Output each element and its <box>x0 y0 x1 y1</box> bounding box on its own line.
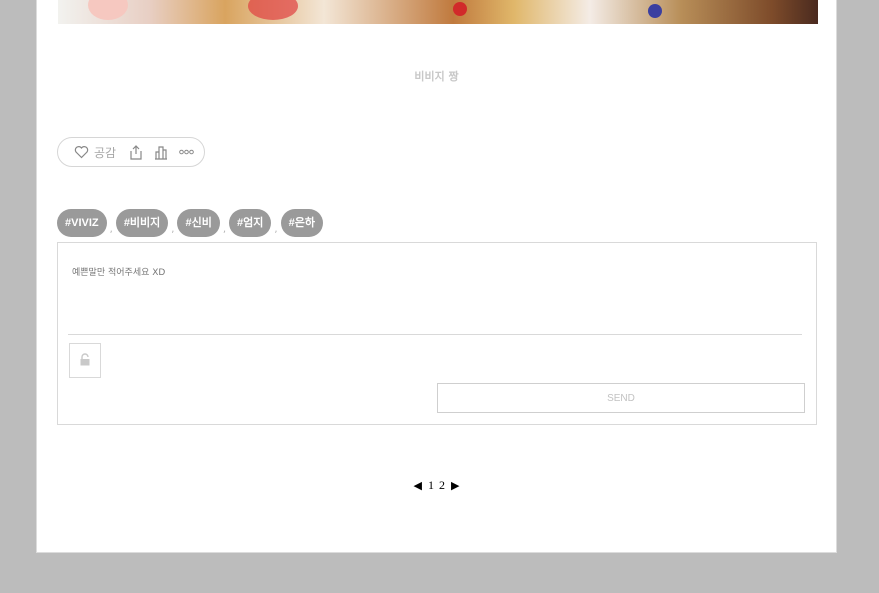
tag-list: #VIVIZ , #비비지 , #신비 , #엄지 , #은하 <box>57 209 323 237</box>
tag-item[interactable]: #신비 <box>177 209 220 237</box>
send-button[interactable]: SEND <box>437 383 805 413</box>
like-label: 공감 <box>94 145 117 160</box>
stats-icon[interactable] <box>153 144 169 160</box>
page-link[interactable]: 1 <box>428 478 434 493</box>
tag-item[interactable]: #은하 <box>280 209 323 237</box>
tag-item[interactable]: #엄지 <box>229 209 272 237</box>
post-image <box>58 0 818 24</box>
post-card: 비비지 짱 공감 #VIVIZ , #비비지 , #신비 , #엄지 , #은하… <box>36 0 837 553</box>
secret-toggle-button[interactable] <box>69 343 101 378</box>
share-icon[interactable] <box>128 144 144 160</box>
page-link[interactable]: 2 <box>439 478 445 493</box>
tag-item[interactable]: #비비지 <box>115 209 169 237</box>
tag-separator: , <box>274 223 278 235</box>
post-caption: 비비지 짱 <box>414 70 459 83</box>
prev-page-icon[interactable]: ◀ <box>414 479 422 492</box>
comment-form: 예쁜말만 적어주세요 XD SEND <box>57 242 817 425</box>
tag-separator: , <box>222 223 227 235</box>
like-button[interactable]: 공감 <box>73 144 128 161</box>
tag-separator: , <box>109 223 113 235</box>
lock-icon <box>79 351 91 370</box>
next-page-icon[interactable]: ▶ <box>451 479 459 492</box>
comment-divider <box>68 334 802 335</box>
tag-item[interactable]: #VIVIZ <box>57 209 107 237</box>
more-icon[interactable] <box>178 144 194 160</box>
post-actions: 공감 <box>57 137 205 167</box>
pagination: ◀ 1 2 ▶ <box>37 477 836 493</box>
comment-input[interactable]: 예쁜말만 적어주세요 XD <box>72 265 165 278</box>
tag-separator: , <box>171 223 175 235</box>
heart-icon <box>73 144 89 160</box>
